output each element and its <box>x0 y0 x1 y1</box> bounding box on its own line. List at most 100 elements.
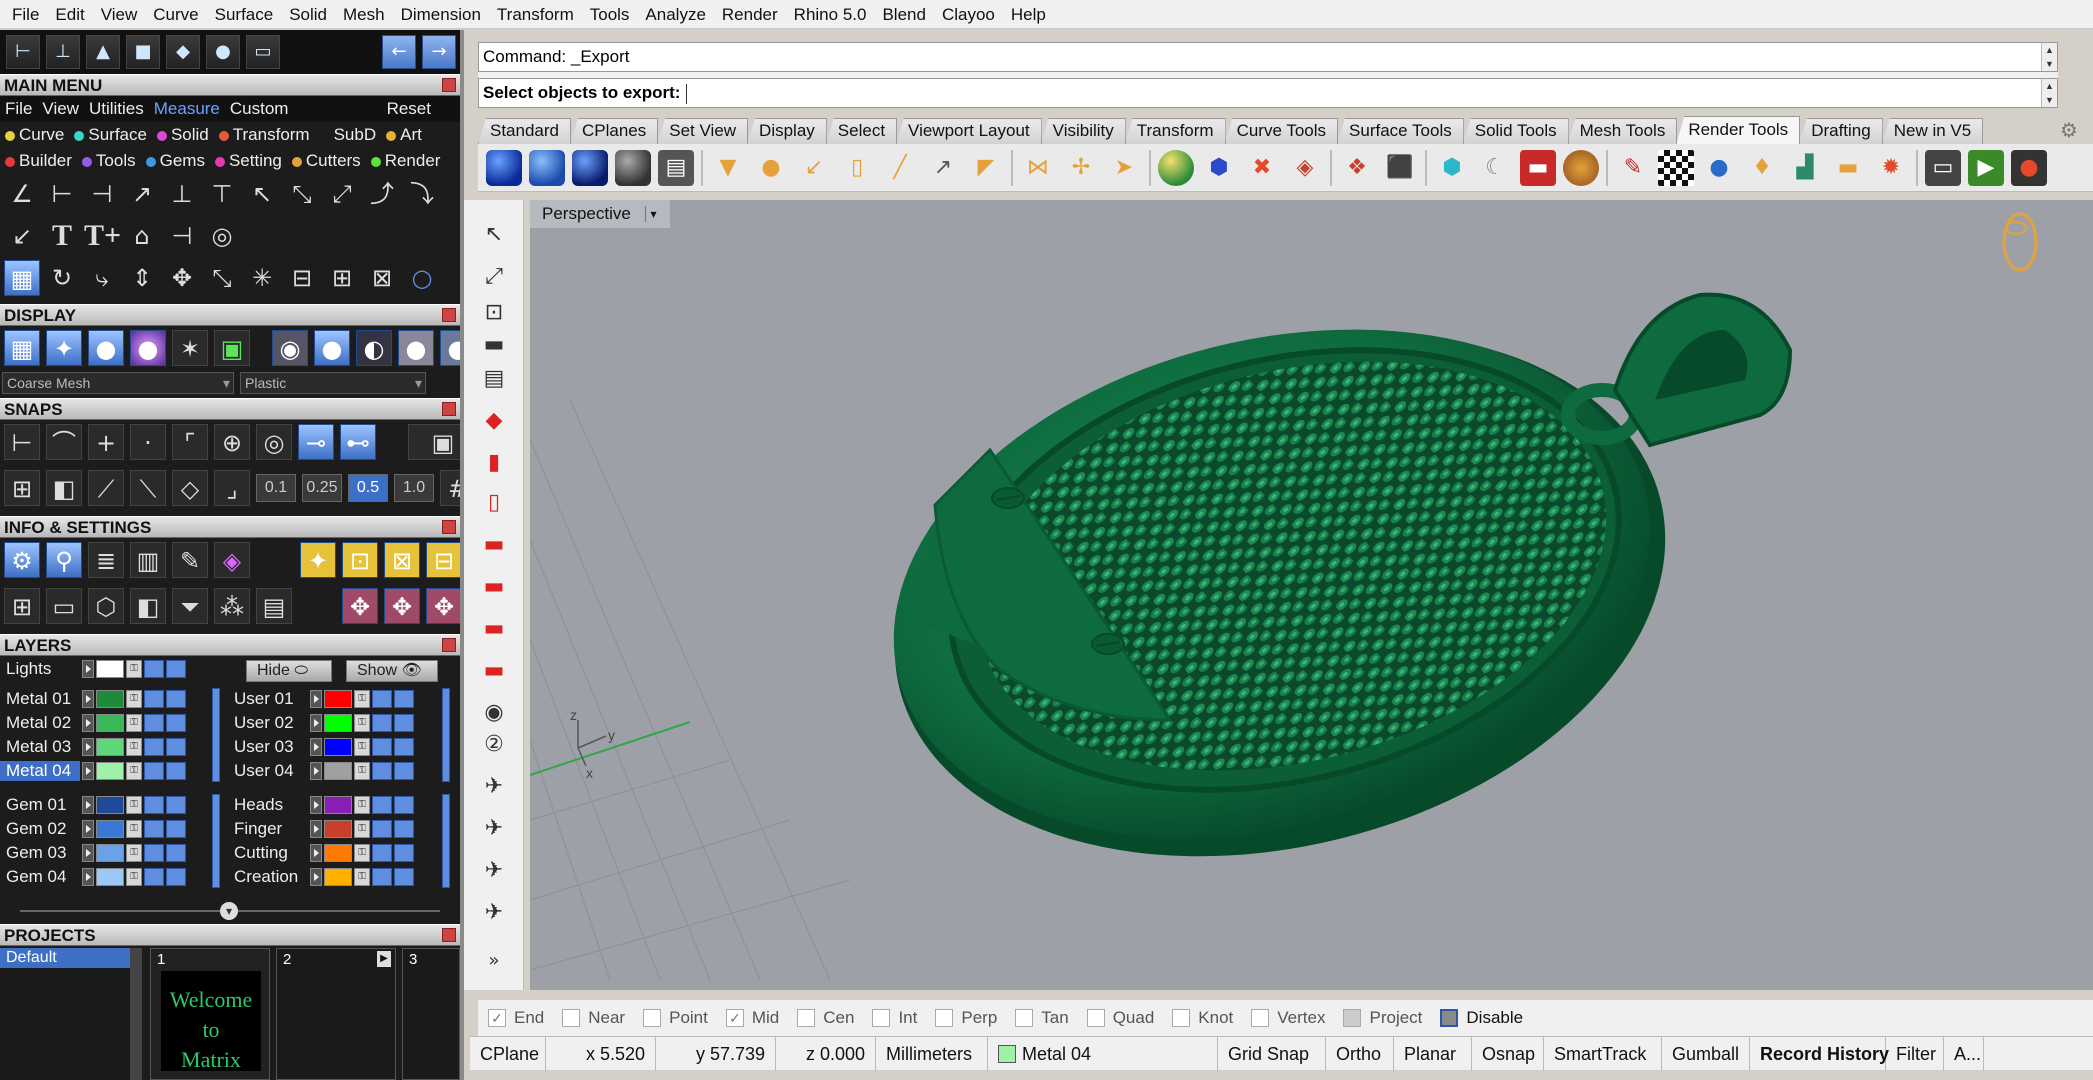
shaded-icon[interactable]: ● <box>88 330 124 366</box>
sun-icon[interactable]: ◤ <box>968 150 1004 186</box>
layer-scroll-2[interactable] <box>212 794 220 888</box>
close-icon[interactable] <box>442 520 456 534</box>
main-menu-measure[interactable]: Measure <box>149 99 225 119</box>
cube-texture-icon[interactable]: ⬛ <box>1382 150 1418 186</box>
render-toggle[interactable] <box>394 868 414 886</box>
projects-scrollbar[interactable] <box>130 948 142 1080</box>
snap-near-icon[interactable]: ⌒ <box>46 424 82 460</box>
layer-color-swatch[interactable] <box>324 762 352 780</box>
osnap-end[interactable]: ✓ End <box>488 1008 544 1028</box>
angle-dimension-icon[interactable]: ∠ <box>4 176 40 212</box>
checkbox[interactable]: ✓ <box>488 1009 506 1027</box>
pan-icon[interactable]: ✥ <box>342 588 378 624</box>
lock-icon[interactable]: ⚿ <box>354 714 370 732</box>
light-move-icon[interactable]: ✢ <box>1063 150 1099 186</box>
layer-color-swatch[interactable] <box>324 690 352 708</box>
toggle-filter[interactable]: Filter <box>1886 1037 1944 1071</box>
assign-material-icon[interactable]: ⬢ <box>1201 150 1237 186</box>
visible-toggle[interactable] <box>144 690 164 708</box>
material-cube-icon[interactable]: ◈ <box>214 542 250 578</box>
layer-play-icon[interactable] <box>82 690 94 708</box>
osnap-quad[interactable]: Quad <box>1086 1008 1154 1028</box>
visible-toggle[interactable] <box>372 820 392 838</box>
notes-icon[interactable]: ✎ <box>172 542 208 578</box>
text-plus-icon[interactable]: T+ <box>84 218 121 254</box>
line-snap-icon[interactable]: ⟋ <box>88 470 124 506</box>
layer-play-icon[interactable] <box>82 762 94 780</box>
render-toggle[interactable] <box>394 762 414 780</box>
camera-red-icon[interactable]: ◆ <box>478 406 510 436</box>
layer-row[interactable]: User 02 ⚿ <box>228 712 414 734</box>
hide-button[interactable]: Hide ⬭ <box>246 660 332 682</box>
viewport-menu-icon[interactable]: ▾ <box>645 206 661 222</box>
render-toggle[interactable] <box>394 820 414 838</box>
layer-play-icon[interactable] <box>310 844 322 862</box>
cplane-indicator[interactable]: CPlane <box>470 1037 546 1071</box>
rendered-icon[interactable]: ● <box>130 330 166 366</box>
snap-value-1-0[interactable]: 1.0 <box>394 474 434 502</box>
toggle-osnap[interactable]: Osnap <box>1472 1037 1544 1071</box>
visible-toggle[interactable] <box>372 714 392 732</box>
main-menu-render[interactable]: Render <box>366 151 446 171</box>
checkbox[interactable] <box>643 1009 662 1027</box>
checkbox[interactable] <box>1440 1009 1459 1027</box>
plane-tool-3-icon[interactable]: ✈ <box>478 856 510 886</box>
rotate-view-icon[interactable]: ✥ <box>426 588 460 624</box>
car-red-3-icon[interactable]: ▬ <box>478 614 510 644</box>
snap-value-0-5[interactable]: 0.5 <box>348 474 388 502</box>
visible-toggle[interactable] <box>144 714 164 732</box>
layer-color-swatch[interactable] <box>324 844 352 862</box>
gem-tool-icon[interactable]: ● <box>206 35 240 69</box>
car-red-2-icon[interactable]: ▬ <box>478 572 510 602</box>
move-icon[interactable]: ✥ <box>164 260 200 296</box>
close-icon[interactable] <box>442 638 456 652</box>
osnap-cen[interactable]: Cen <box>797 1008 854 1028</box>
layer-color-swatch[interactable] <box>96 738 124 756</box>
render-toggle[interactable] <box>166 690 186 708</box>
projects-header[interactable]: PROJECTS <box>0 924 460 946</box>
project-slot-1[interactable]: 1 Welcome to Matrix <box>150 948 270 1080</box>
tab-new-in-v5[interactable]: New in V5 <box>1881 118 1984 144</box>
tab-drafting[interactable]: Drafting <box>1799 118 1883 144</box>
menu-transform[interactable]: Transform <box>489 0 582 29</box>
command-scroll[interactable]: ▲ ▼ <box>2041 43 2057 71</box>
toggle-smarttrack[interactable]: SmartTrack <box>1544 1037 1662 1071</box>
layer-color-swatch[interactable] <box>96 714 124 732</box>
osnap-knot[interactable]: Knot <box>1172 1008 1233 1028</box>
layer-color-swatch[interactable] <box>96 762 124 780</box>
visible-toggle[interactable] <box>144 660 164 678</box>
gear-icon[interactable]: ⚙ <box>2058 119 2080 141</box>
render-toggle[interactable] <box>166 714 186 732</box>
layer-play-icon[interactable] <box>82 796 94 814</box>
checkbox[interactable] <box>1015 1009 1034 1027</box>
viewport-title-tab[interactable]: Perspective ▾ <box>530 200 670 228</box>
main-menu-custom[interactable]: Custom <box>225 99 294 119</box>
layer-color-swatch[interactable] <box>324 820 352 838</box>
main-menu-transform[interactable]: Transform <box>214 125 315 145</box>
main-menu-setting[interactable]: Setting <box>210 151 287 171</box>
main-menu-tools[interactable]: Tools <box>77 151 141 171</box>
render-toggle[interactable] <box>394 690 414 708</box>
render-toggle[interactable] <box>166 762 186 780</box>
visible-toggle[interactable] <box>144 762 164 780</box>
main-menu-view[interactable]: View <box>37 99 84 119</box>
snap-value-0-25[interactable]: 0.25 <box>302 474 342 502</box>
menu-view[interactable]: View <box>93 0 146 29</box>
snap-box-icon[interactable]: ▣ <box>408 424 460 460</box>
lock-icon[interactable]: ⚿ <box>354 762 370 780</box>
radius-dimension-icon[interactable]: ↗ <box>124 176 160 212</box>
visible-toggle[interactable] <box>144 738 164 756</box>
curve-leader-icon[interactable]: ⤵ <box>404 176 440 212</box>
dimension-edit-icon[interactable]: ⊣ <box>164 218 200 254</box>
ghosted-icon[interactable]: ✦ <box>46 330 82 366</box>
reset-button[interactable]: Reset <box>382 99 436 119</box>
render-window-icon[interactable] <box>572 149 608 186</box>
main-menu-cutters[interactable]: Cutters <box>287 151 366 171</box>
snaps-header[interactable]: SNAPS <box>0 398 460 420</box>
ellipse-icon[interactable]: ● <box>1701 150 1737 186</box>
snap-end-icon[interactable]: ⊢ <box>4 424 40 460</box>
diagonal-snap-icon[interactable]: ⟍ <box>130 470 166 506</box>
main-menu-file[interactable]: File <box>0 99 37 119</box>
snap-mid-icon[interactable]: ⊸ <box>298 424 334 460</box>
osnap-mid[interactable]: ✓ Mid <box>725 1008 779 1028</box>
